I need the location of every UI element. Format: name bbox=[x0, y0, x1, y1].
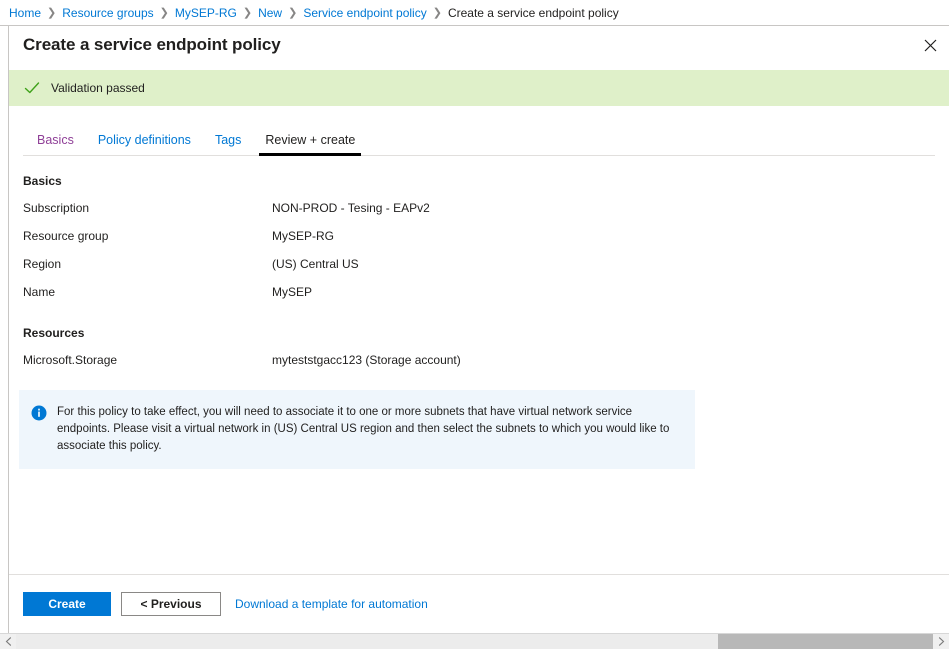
summary-key: Region bbox=[23, 257, 62, 271]
summary-row-microsoft-storage: Microsoft.Storage myteststgacc123 (Stora… bbox=[23, 352, 935, 368]
breadcrumb-item-mysep-rg[interactable]: MySEP-RG bbox=[175, 6, 237, 20]
breadcrumb-item-current: Create a service endpoint policy bbox=[447, 5, 619, 20]
summary-key: Resource group bbox=[23, 229, 109, 243]
summary-key: Subscription bbox=[23, 201, 90, 215]
summary-value: NON-PROD - Tesing - EAPv2 bbox=[272, 201, 430, 215]
summary-value: myteststgacc123 (Storage account) bbox=[272, 353, 461, 367]
close-icon[interactable] bbox=[911, 26, 949, 64]
info-banner: For this policy to take effect, you will… bbox=[19, 390, 695, 469]
breadcrumb-separator: ❯ bbox=[47, 7, 57, 19]
breadcrumb: Home ❯ Resource groups ❯ MySEP-RG ❯ New … bbox=[0, 0, 949, 26]
previous-button[interactable]: < Previous bbox=[121, 592, 221, 616]
breadcrumb-separator: ❯ bbox=[242, 7, 253, 19]
blade-header: Create a service endpoint policy bbox=[9, 26, 949, 64]
chevron-right-icon[interactable] bbox=[933, 634, 949, 649]
blade-footer: Create < Previous Download a template fo… bbox=[9, 574, 949, 633]
breadcrumb-item-service-endpoint-policy[interactable]: Service endpoint policy bbox=[303, 6, 426, 20]
checkmark-icon bbox=[23, 79, 41, 97]
page-title: Create a service endpoint policy bbox=[23, 35, 281, 54]
section-heading-resources: Resources bbox=[23, 326, 85, 340]
horizontal-scrollbar[interactable] bbox=[0, 633, 949, 649]
scrollbar-track[interactable] bbox=[16, 634, 933, 649]
tab-policy-definitions[interactable]: Policy definitions bbox=[86, 133, 203, 155]
summary-value: MySEP bbox=[272, 285, 313, 299]
summary-value: MySEP-RG bbox=[272, 229, 335, 243]
breadcrumb-separator: ❯ bbox=[159, 7, 169, 19]
chevron-left-icon[interactable] bbox=[0, 634, 16, 649]
breadcrumb-item-new[interactable]: New bbox=[258, 6, 282, 20]
info-icon bbox=[31, 405, 47, 421]
summary-key: Name bbox=[23, 285, 56, 299]
tabs-container: Basics Policy definitions Tags Review + … bbox=[9, 126, 949, 156]
tab-basics[interactable]: Basics bbox=[23, 133, 86, 155]
summary-value: (US) Central US bbox=[272, 257, 359, 271]
summary-row-region: Region (US) Central US bbox=[23, 256, 935, 272]
create-button[interactable]: Create bbox=[23, 592, 111, 616]
tab-list: Basics Policy definitions Tags Review + … bbox=[23, 126, 935, 156]
breadcrumb-separator: ❯ bbox=[288, 7, 298, 19]
download-template-link[interactable]: Download a template for automation bbox=[235, 597, 428, 611]
validation-banner: Validation passed bbox=[9, 70, 949, 106]
tab-review-create[interactable]: Review + create bbox=[253, 133, 367, 156]
breadcrumb-item-resource-groups[interactable]: Resource groups bbox=[62, 6, 153, 20]
summary-row-subscription: Subscription NON-PROD - Tesing - EAPv2 bbox=[23, 200, 935, 216]
summary-row-resource-group: Resource group MySEP-RG bbox=[23, 228, 935, 244]
breadcrumb-separator: ❯ bbox=[432, 7, 442, 19]
summary-key: Microsoft.Storage bbox=[23, 353, 118, 367]
review-summary: Basics Subscription NON-PROD - Tesing - … bbox=[9, 156, 949, 368]
info-banner-text: For this policy to take effect, you will… bbox=[57, 406, 670, 452]
create-service-endpoint-policy-blade: Create a service endpoint policy Validat… bbox=[8, 26, 949, 633]
tab-tags[interactable]: Tags bbox=[203, 133, 253, 155]
validation-status-text: Validation passed bbox=[51, 81, 145, 95]
breadcrumb-item-home[interactable]: Home bbox=[9, 6, 41, 20]
scrollbar-thumb[interactable] bbox=[717, 634, 933, 649]
summary-row-name: Name MySEP bbox=[23, 284, 935, 300]
section-heading-basics: Basics bbox=[23, 174, 62, 188]
